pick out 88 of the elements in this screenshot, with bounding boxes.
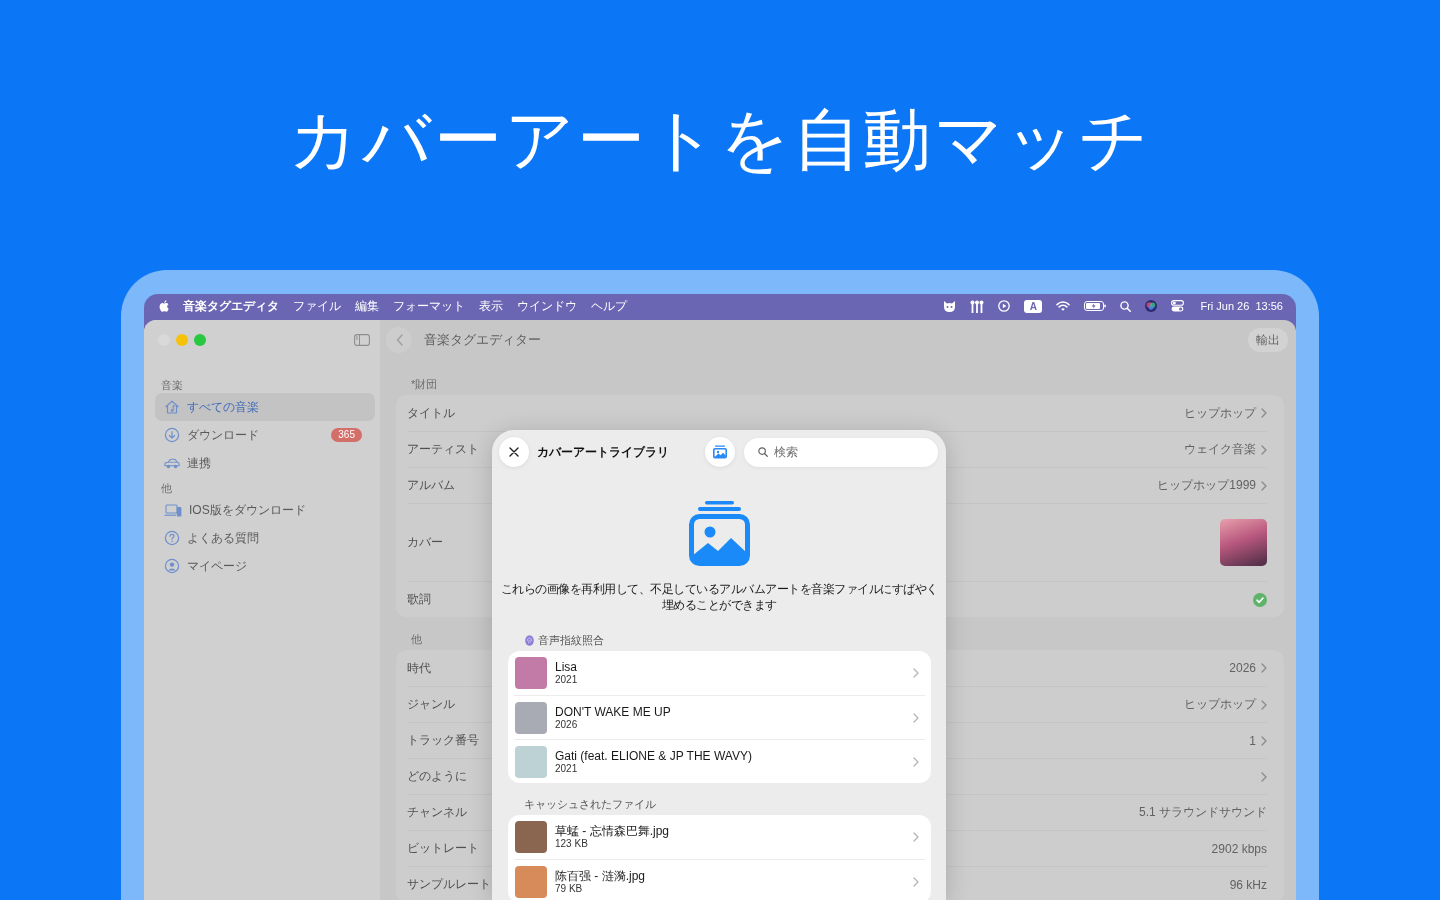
item-title[interactable]: DON'T WAKE ME UP [555,704,671,719]
wifi-icon[interactable] [1056,301,1071,311]
chevron-right-icon [913,832,919,842]
sidebar-item[interactable]: すべての音楽 [155,393,375,421]
music-house-icon [164,399,180,415]
field-label: ビットレート [407,840,479,857]
item-subtitle: 2026 [555,718,579,731]
devices-icon [164,503,182,517]
car-icon [164,457,180,469]
count-badge: 365 [331,428,362,442]
chevron-left-icon [395,334,403,346]
field-label: カバー [407,534,443,551]
field-label: アーティスト [407,441,479,458]
field-label: アルバム [407,477,455,494]
section-label: *財団 [411,378,438,391]
item-subtitle: 79 KB [555,882,584,895]
field-value: ヒップホップ [1184,404,1256,422]
group-label: 音声指紋照合 [538,634,604,647]
field-label: タイトル [407,404,455,422]
field-value: 96 kHz [1229,877,1267,892]
field-label: ジャンル [407,696,455,713]
dialog-title: カバーアートライブラリ [537,443,670,461]
field-label: トラック番号 [407,732,479,749]
cover-photo-placeholder[interactable] [1220,519,1267,566]
app-menu[interactable]: 音楽タグエディタ [183,297,279,315]
apple-icon[interactable] [159,300,169,312]
headline: カバーアートを自動マッチ [289,101,1151,177]
field-label: どのように [407,768,467,785]
field-label: チャンネル [407,804,467,821]
section-label: 音楽 [161,379,183,392]
item-subtitle: 2021 [555,674,578,686]
toggles-icon[interactable] [1171,300,1185,312]
photos-icon [712,445,728,459]
field-value: ウェイク音楽 [1184,441,1256,458]
fingerprint-icon [525,635,534,646]
download-icon [164,427,180,443]
field-value: ヒップホップ1999 [1157,477,1256,494]
chevron-right-icon [913,876,919,887]
menu-item[interactable]: 表示 [479,297,503,315]
dialog-description: これらの画像を再利用して、不足しているアルバムアートを音楽ファイルにすばやく埋めることができます [499,581,939,613]
section-label: 他 [161,482,172,495]
item-title[interactable]: 陈百强 - 涟漪.jpg [555,868,645,883]
sidebar-item[interactable]: 連携 [155,449,375,477]
cat-icon[interactable] [943,299,957,313]
menu-item[interactable]: ファイル [293,297,341,315]
chevron-right-icon [913,756,919,767]
menu-item[interactable]: ウインドウ [517,297,577,315]
chevron-right-icon [913,668,919,678]
item-subtitle: 123 KB [555,838,589,850]
sidebar-item[interactable]: ダウンロード 365 [155,421,375,449]
sidebar-item[interactable]: IOS版をダウンロード [155,496,375,524]
search-field[interactable]: 検索 [744,437,938,467]
item-subtitle: 2021 [555,762,579,775]
field-label: 歌詞 [407,591,431,608]
field-value: 5.1 サラウンドサウンド [1139,804,1267,821]
close-button[interactable] [499,437,529,467]
field-value: 2902 kbps [1211,841,1267,856]
window-title: 音楽タグエディター [424,331,541,349]
bars-icon[interactable] [970,299,985,313]
search-icon [758,446,768,457]
orb-icon[interactable] [1145,300,1158,312]
menu-item[interactable]: ヘルプ [591,297,627,315]
search-icon[interactable] [1120,300,1132,312]
item-title[interactable]: Gati (feat. ELIONE & JP THE WAVY) [555,748,752,763]
close-icon [509,447,519,457]
field-value: 1 [1249,733,1256,748]
help-icon [164,530,180,546]
field-value: 2026 [1229,661,1256,675]
menu-item[interactable]: 編集 [355,297,379,315]
section-label: 他 [411,633,422,646]
field-label: サンプルレート [407,876,491,893]
item-title[interactable]: Lisa [555,660,578,674]
photo-stack-icon [688,501,750,566]
input-source-indicator[interactable]: A [1024,299,1043,313]
play-icon[interactable] [998,300,1011,312]
chevron-right-icon [913,712,919,723]
sidebar-item[interactable]: マイページ [155,552,375,580]
field-value: ヒップホップ [1184,696,1256,713]
menu-item[interactable]: フォーマット [393,297,465,315]
sidebar-item[interactable]: よくある質問 [155,524,375,552]
account-icon [164,558,180,574]
group-label: キャッシュされたファイル [524,798,656,811]
menu-bar-clock[interactable]: Fri Jun 26 13:56 [1200,300,1283,312]
export-button[interactable]: 輸出 [1248,328,1288,352]
battery-icon[interactable] [1084,301,1107,311]
field-label: 時代 [407,659,431,677]
photo-library-button[interactable] [705,437,735,467]
item-title[interactable]: 草蜢 - 忘情森巴舞.jpg [555,824,669,838]
